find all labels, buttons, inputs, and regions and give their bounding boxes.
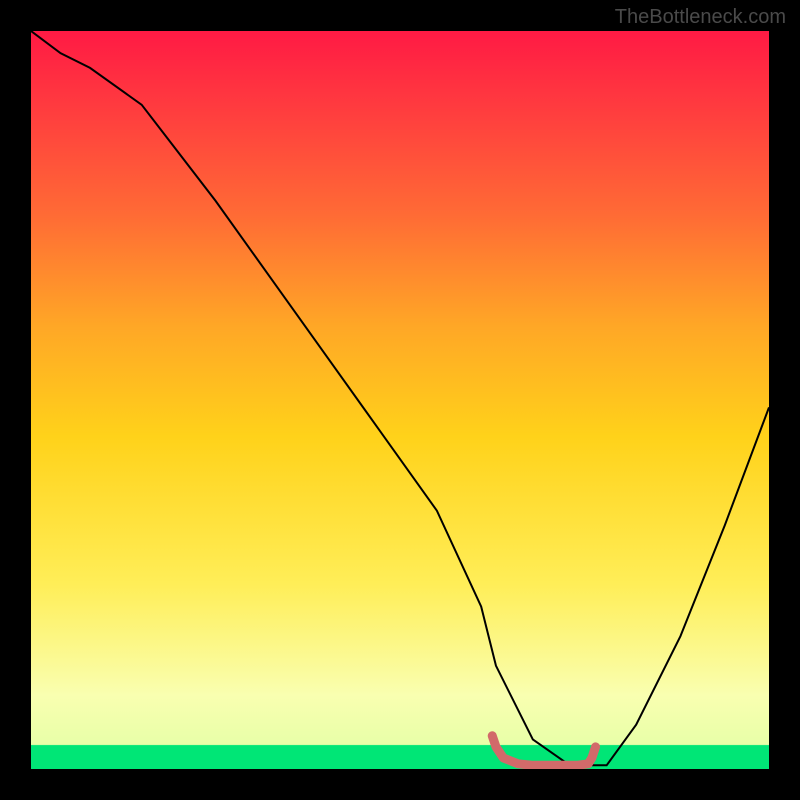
chart-plot-area <box>31 31 769 769</box>
chart-svg <box>31 31 769 769</box>
chart-background <box>31 31 769 769</box>
watermark-text: TheBottleneck.com <box>615 6 786 29</box>
